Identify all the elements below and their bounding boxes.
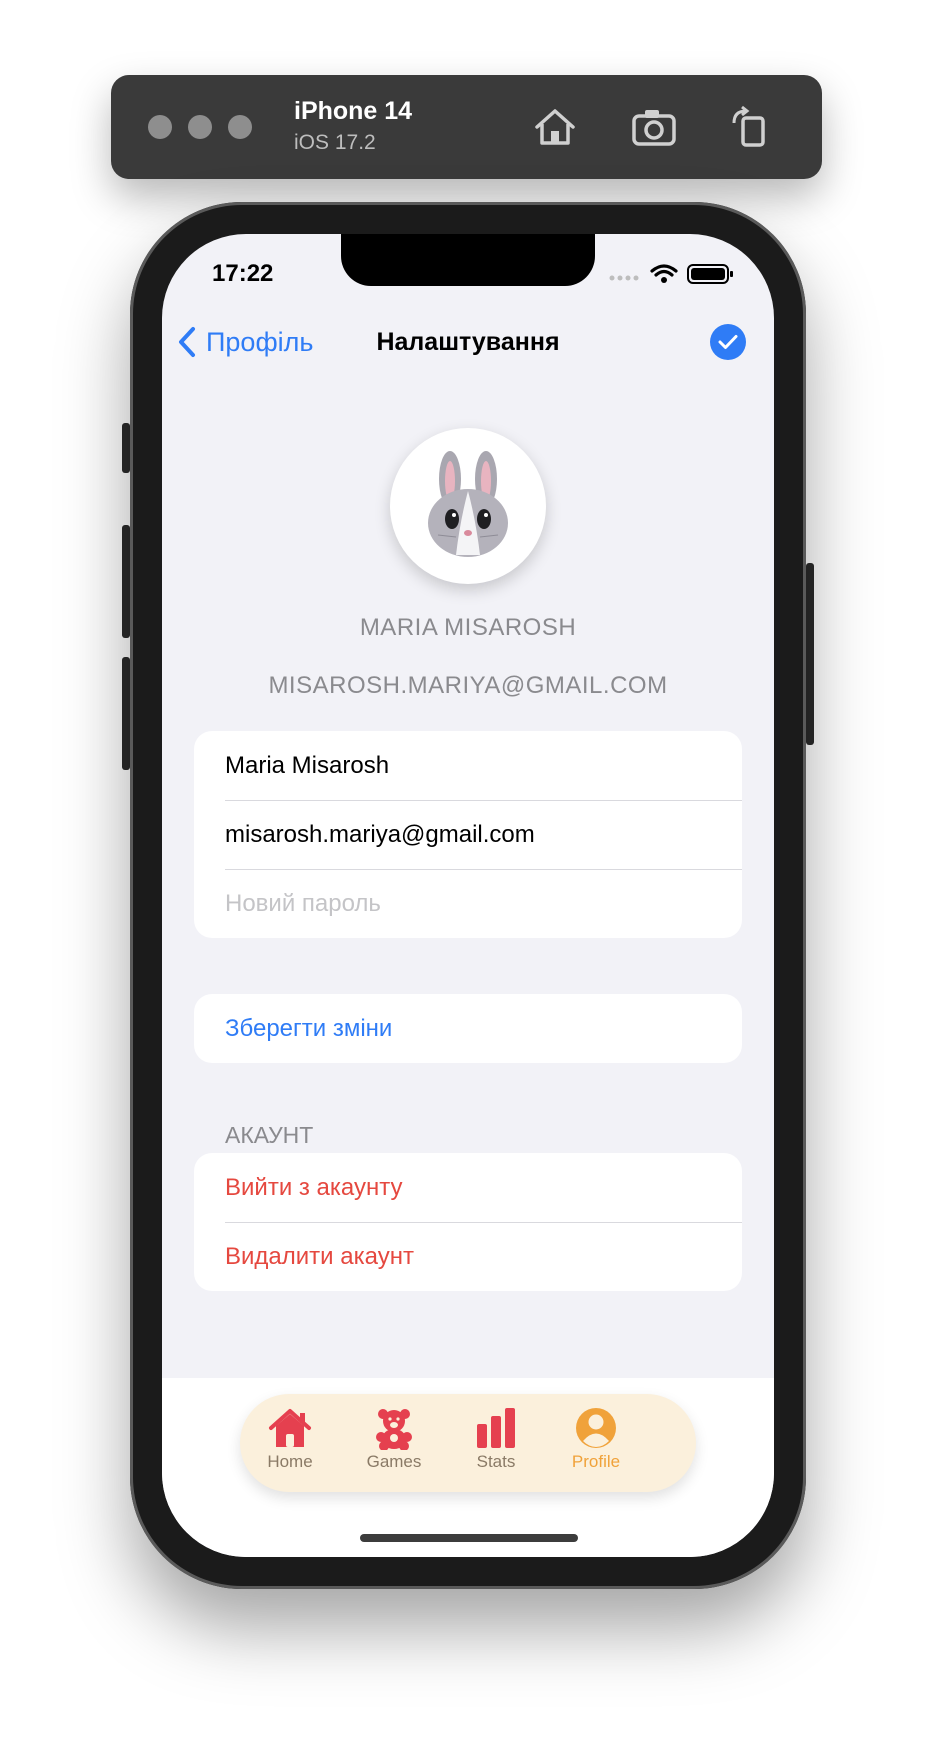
logout-button[interactable]: Вийти з акаунту (194, 1153, 742, 1222)
tab-home-label: Home (267, 1452, 313, 1471)
email-field[interactable] (225, 820, 742, 849)
power-button (806, 563, 814, 745)
simulator-stage: iPhone 14 iOS 17.2 17:22 Профіль Налашту… (0, 0, 934, 1740)
profile-name: MARIA MISAROSH (359, 614, 577, 641)
status-time: 17:22 (212, 260, 274, 287)
avatar[interactable] (390, 428, 546, 584)
phone-screen: 17:22 Профіль Налаштування MARIA MISAROS… (162, 234, 774, 1557)
profile-form-card (194, 731, 742, 938)
volume-up-button (122, 525, 130, 638)
device-name: iPhone 14 (294, 97, 413, 125)
cellular-signal-icon (609, 275, 639, 281)
notch (341, 234, 595, 286)
tab-bar: Home Games Stats Profile (240, 1394, 696, 1492)
home-icon[interactable] (531, 103, 579, 151)
window-close-button[interactable] (148, 115, 172, 139)
name-row (194, 731, 742, 800)
page-title: Налаштування (376, 328, 560, 356)
tab-profile-label: Profile (571, 1452, 621, 1471)
profile-email: MISAROSH.MARIYA@GMAIL.COM (268, 672, 668, 699)
tab-games[interactable]: Games (344, 1394, 444, 1492)
mute-switch (122, 423, 130, 473)
tab-stats[interactable]: Stats (446, 1394, 546, 1492)
house-icon (269, 1409, 311, 1447)
volume-down-button (122, 657, 130, 770)
battery-icon (687, 264, 733, 284)
home-indicator (360, 1534, 578, 1542)
bar-chart-icon (477, 1408, 515, 1448)
confirm-button[interactable] (710, 324, 746, 360)
account-card: Вийти з акаунту Видалити акаунт (194, 1153, 742, 1291)
save-changes-button[interactable]: Зберегти зміни (194, 994, 742, 1063)
password-row (194, 869, 742, 938)
teddy-bear-icon (376, 1409, 412, 1450)
checkmark-circle-icon (718, 335, 738, 349)
simulator-toolbar: iPhone 14 iOS 17.2 (111, 75, 822, 179)
os-version: iOS 17.2 (294, 131, 376, 154)
wifi-icon (650, 264, 678, 283)
window-minimize-button[interactable] (188, 115, 212, 139)
account-section-header: АКАУНТ (225, 1122, 314, 1148)
name-field[interactable] (225, 751, 742, 780)
status-icons (609, 264, 733, 284)
new-password-field[interactable] (225, 889, 742, 918)
tab-stats-label: Stats (476, 1452, 516, 1471)
person-circle-icon (576, 1408, 616, 1448)
rabbit-avatar-icon (428, 451, 508, 557)
email-row (194, 800, 742, 869)
save-card: Зберегти зміни (194, 994, 742, 1063)
tab-games-label: Games (366, 1452, 422, 1471)
rotate-icon[interactable] (726, 103, 774, 151)
camera-icon[interactable] (630, 103, 678, 151)
delete-account-button[interactable]: Видалити акаунт (194, 1222, 742, 1291)
tab-home[interactable]: Home (240, 1394, 340, 1492)
window-zoom-button[interactable] (228, 115, 252, 139)
tab-profile[interactable]: Profile (546, 1394, 646, 1492)
